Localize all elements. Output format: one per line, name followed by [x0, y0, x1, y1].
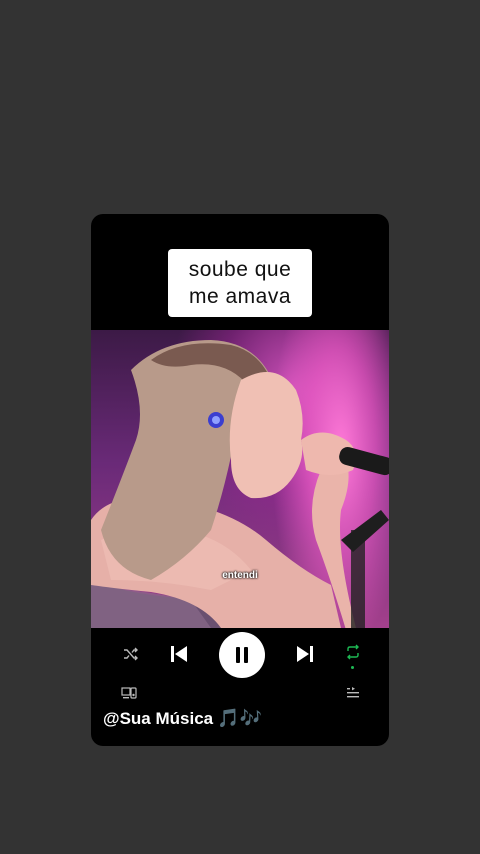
previous-button[interactable]	[167, 642, 191, 666]
music-card: soube que me amava entendi @Sua Música 🎵…	[91, 214, 389, 746]
shuffle-button[interactable]	[121, 644, 141, 664]
caption-line-1: soube que	[188, 258, 292, 281]
repeat-active-indicator	[351, 666, 354, 669]
singer-illustration	[91, 340, 389, 628]
skip-previous-icon	[171, 646, 187, 662]
player-controls	[91, 632, 389, 678]
handle-text: @Sua Música	[103, 709, 214, 728]
queue-button[interactable]	[346, 686, 360, 700]
devices-icon	[121, 687, 137, 699]
queue-icon	[347, 687, 359, 698]
video-subtitle: entendi	[222, 570, 258, 581]
play-pause-button[interactable]	[219, 632, 265, 678]
lyric-caption: soube que me amava	[168, 249, 312, 317]
channel-handle: @Sua Música 🎵🎶	[103, 708, 262, 729]
repeat-icon	[347, 644, 359, 660]
next-button[interactable]	[293, 642, 317, 666]
repeat-button[interactable]	[343, 642, 363, 662]
music-notes-emoji: 🎵🎶	[217, 708, 262, 728]
skip-next-icon	[297, 646, 313, 662]
pause-icon	[236, 647, 248, 663]
devices-button[interactable]	[121, 686, 137, 700]
caption-line-2: me amava	[188, 285, 292, 308]
video-frame[interactable]: entendi	[91, 330, 389, 628]
shuffle-icon	[124, 647, 138, 661]
